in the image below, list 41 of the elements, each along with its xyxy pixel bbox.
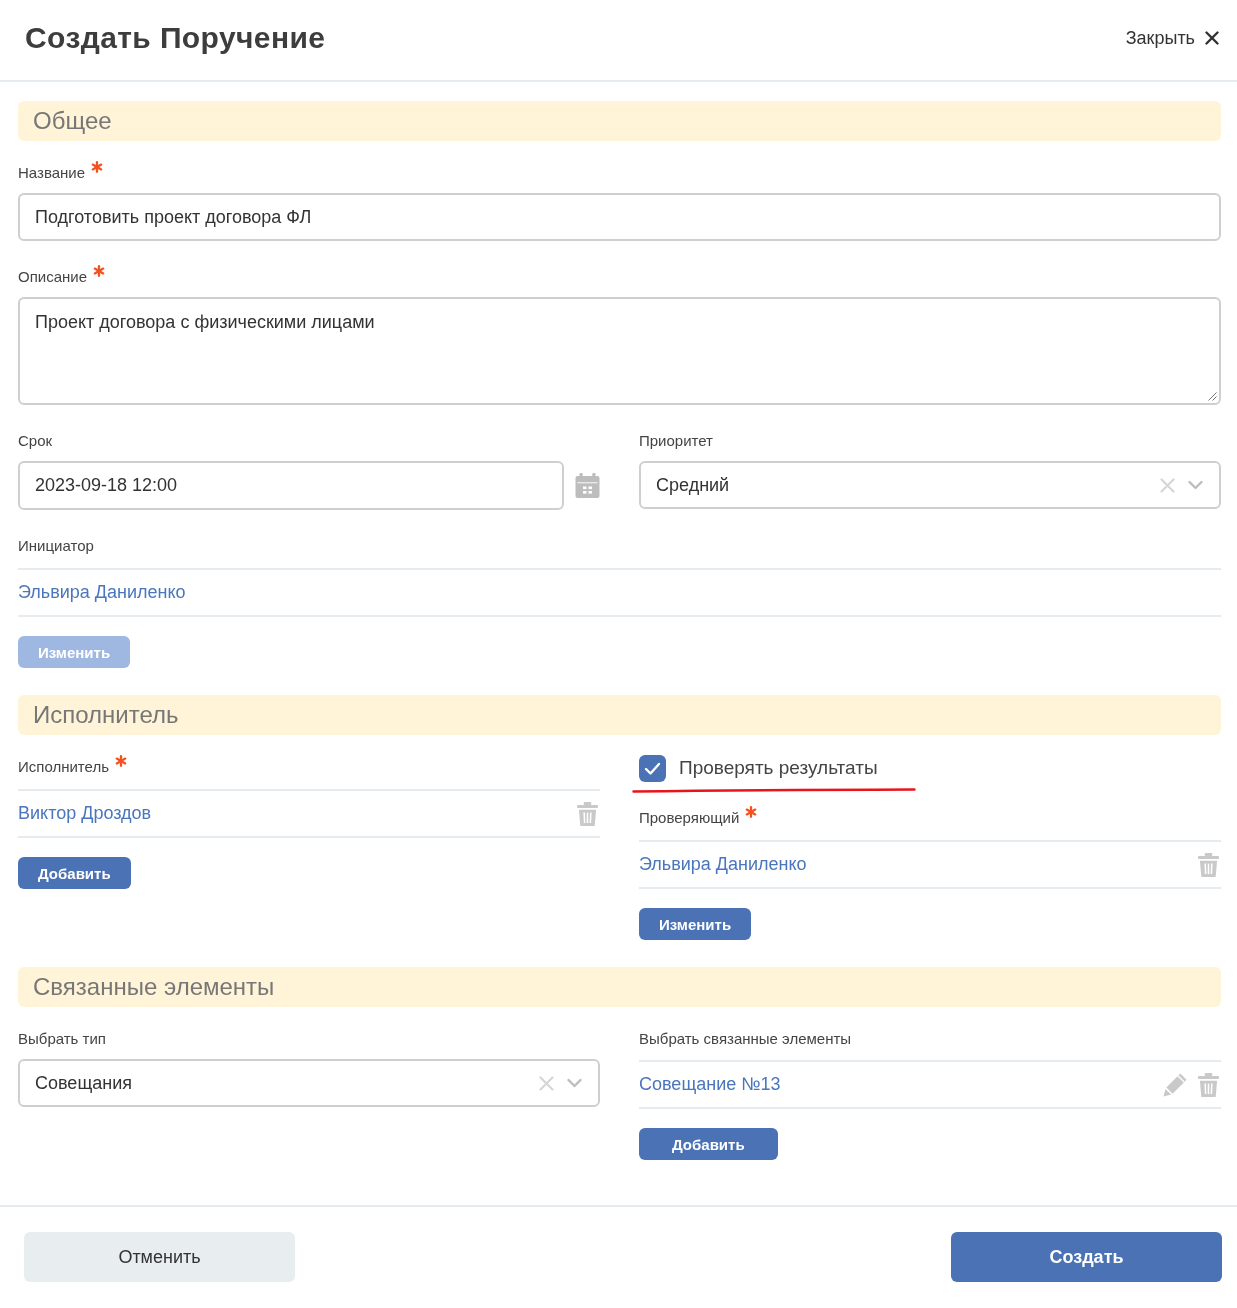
dialog-title: Создать Поручение [25,21,326,55]
description-textarea[interactable]: Проект договора с физическими лицами [18,297,1221,405]
change-button[interactable]: Изменить [639,908,752,940]
calendar-icon[interactable] [575,473,600,498]
resize-grip-icon[interactable] [1208,392,1217,401]
pencil-icon[interactable] [1163,1072,1188,1097]
chevron-down-icon[interactable] [567,1078,582,1088]
field-label: Выбрать связанные элементы [639,1029,852,1047]
field-label: Срок [18,431,53,449]
chevron-down-icon[interactable] [1188,480,1203,490]
type-select[interactable]: Совещания [18,1059,600,1107]
create-button[interactable]: Создать [951,1232,1222,1282]
related-item-link[interactable]: Совещание №13 [639,1074,781,1095]
close-button[interactable]: Закрыть [1125,27,1219,49]
field-label: Исполнитель [18,757,109,775]
person-link[interactable]: Эльвира Даниленко [18,582,186,603]
trash-icon[interactable] [1198,1072,1219,1097]
trash-icon[interactable] [1198,852,1219,877]
priority-select[interactable]: Средний [639,461,1221,509]
field-label: Проверяющий [639,808,740,826]
date-input[interactable]: 2023-09-18 12:00 [18,461,564,510]
add-button[interactable]: Добавить [639,1128,778,1160]
cancel-button[interactable]: Отменить [24,1232,295,1282]
field-label: Описание [18,267,88,285]
checkbox-label[interactable]: Проверять результаты [679,757,878,779]
close-icon [1205,31,1219,45]
person-link[interactable]: Эльвира Даниленко [639,854,807,875]
field-label: Инициатор [18,536,94,554]
clear-icon[interactable] [539,1075,554,1091]
field-label: Выбрать тип [18,1029,106,1047]
clear-icon[interactable] [1160,477,1175,493]
section-header: Общее [18,101,1221,141]
trash-icon[interactable] [577,801,598,826]
add-button[interactable]: Добавить [18,857,131,889]
person-link[interactable]: Виктор Дроздов [18,803,152,824]
title-input[interactable]: Подготовить проект договора ФЛ [18,193,1221,241]
section-header: Исполнитель [18,695,1221,735]
field-label: Название [18,163,86,181]
results-checkbox[interactable] [639,754,666,782]
section-header: Связанные элементы [18,967,1221,1007]
field-label: Приоритет [639,431,713,449]
